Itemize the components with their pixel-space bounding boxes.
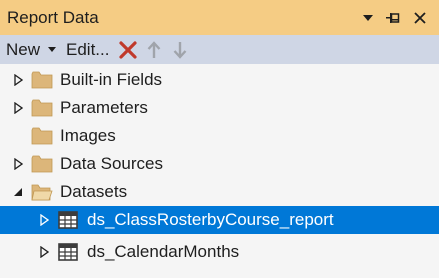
edit-button[interactable]: Edit... [66,35,109,64]
tree-node-built-in-fields[interactable]: Built-in Fields [0,66,439,94]
tree-node-label: Datasets [60,182,128,201]
new-button[interactable]: New [0,35,66,64]
expand-arrow-icon[interactable] [12,157,24,171]
tree-node-label: ds_CalendarMonths [87,242,240,261]
panel-title-bar: Report Data [0,0,439,35]
tree-node-ds-classrosterbycourse-report[interactable]: ds_ClassRosterbyCourse_report [0,206,439,234]
move-down-icon[interactable] [167,35,193,64]
dataset-table-icon [58,211,78,229]
tree-node-data-sources[interactable]: Data Sources [0,150,439,178]
panel-title: Report Data [7,8,99,27]
chevron-down-icon [48,47,57,52]
expand-arrow-icon[interactable] [12,73,24,87]
report-data-tree: Built-in Fields Parameters Images Data S… [0,64,439,278]
tree-node-images[interactable]: Images [0,122,439,150]
tree-node-ds-calendarmonths[interactable]: ds_CalendarMonths [0,238,439,266]
delete-icon[interactable] [115,35,141,64]
edit-button-label: Edit... [66,40,110,59]
expand-arrow-icon[interactable] [38,213,50,227]
new-button-label: New [6,40,41,59]
folder-icon [31,70,53,90]
tree-node-label: ds_ClassRosterbyCourse_report [87,210,334,229]
expand-arrow-icon[interactable] [12,101,24,115]
tree-node-datasets[interactable]: Datasets [0,178,439,206]
tree-node-label: Images [60,126,116,145]
report-data-toolbar: New Edit... [0,35,439,64]
move-up-icon[interactable] [141,35,167,64]
close-icon[interactable] [409,7,431,29]
folder-icon [31,98,53,118]
folder-icon [31,154,53,174]
pin-icon[interactable] [383,7,405,29]
dataset-table-icon [58,243,78,261]
folder-icon [31,126,53,146]
tree-node-parameters[interactable]: Parameters [0,94,439,122]
tree-node-label: Data Sources [60,154,163,173]
open-folder-icon [31,182,53,202]
tree-node-label: Parameters [60,98,148,117]
dropdown-arrow-icon[interactable] [357,7,379,29]
tree-node-label: Built-in Fields [60,70,163,89]
expand-arrow-icon[interactable] [38,245,50,259]
collapse-arrow-icon[interactable] [12,185,24,199]
